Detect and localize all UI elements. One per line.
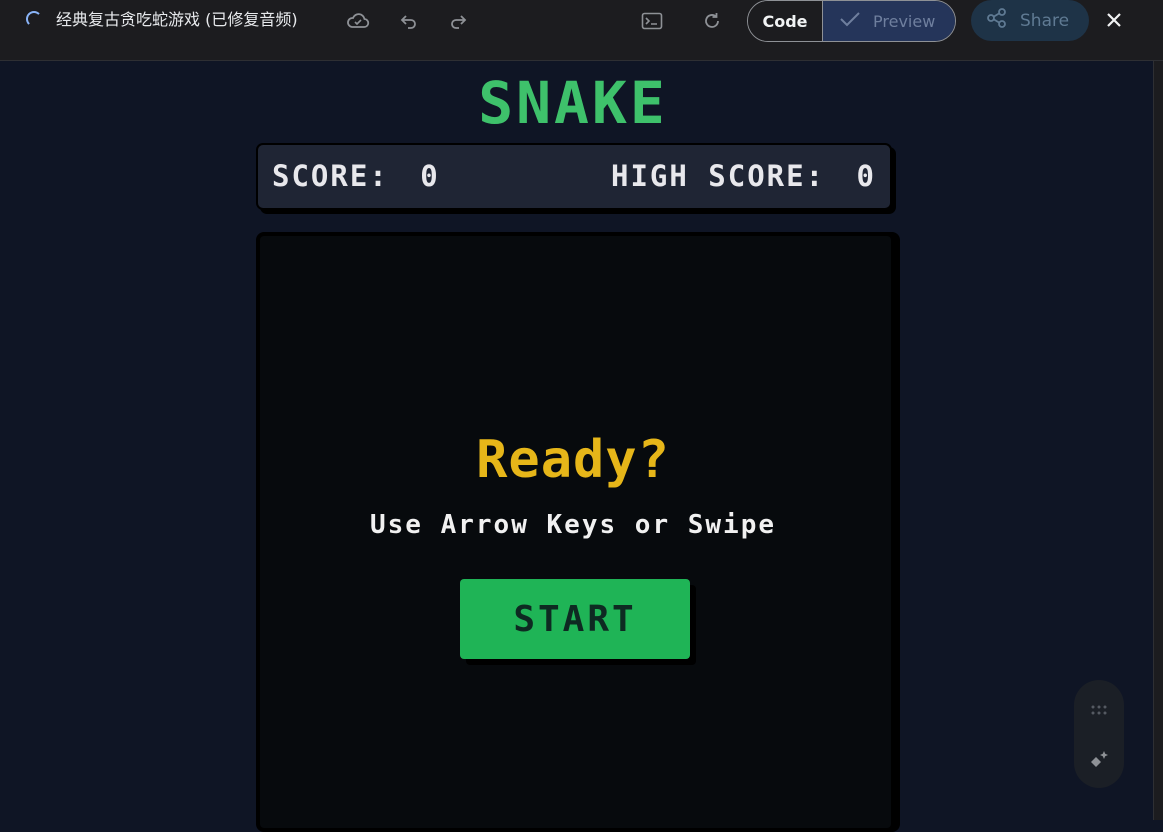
share-button[interactable]: Share xyxy=(971,0,1089,41)
view-toggle: Code Preview xyxy=(747,0,956,42)
score-display: SCORE: 0 xyxy=(272,159,440,193)
game-title: SNAKE xyxy=(478,69,668,137)
high-score-value: 0 xyxy=(856,159,876,193)
preview-label: Preview xyxy=(873,11,936,31)
high-score-display: HIGH SCORE: 0 xyxy=(611,159,876,193)
redo-icon[interactable] xyxy=(446,10,470,32)
check-icon xyxy=(839,11,861,31)
high-score-label: HIGH SCORE: xyxy=(611,159,826,193)
start-button[interactable]: START xyxy=(460,579,690,659)
share-label: Share xyxy=(1020,10,1070,31)
code-tab[interactable]: Code xyxy=(748,1,823,41)
floating-toolbar xyxy=(1074,680,1124,788)
score-bar: SCORE: 0 HIGH SCORE: 0 xyxy=(256,143,892,210)
document-title: 经典复古贪吃蛇游戏 (已修复音频) xyxy=(56,10,298,29)
loading-spinner-icon xyxy=(26,11,42,27)
controls-hint: Use Arrow Keys or Swipe xyxy=(369,510,777,540)
drag-handle-icon[interactable] xyxy=(1087,698,1111,722)
score-value: 0 xyxy=(420,159,440,193)
cloud-icon[interactable] xyxy=(346,10,370,32)
close-icon[interactable] xyxy=(1102,8,1126,32)
score-label: SCORE: xyxy=(272,159,389,193)
undo-icon[interactable] xyxy=(397,10,421,32)
preview-tab[interactable]: Preview xyxy=(823,1,955,41)
window-edge xyxy=(1153,61,1163,820)
console-icon[interactable] xyxy=(640,10,664,32)
refresh-icon[interactable] xyxy=(700,10,724,32)
sparkle-icon[interactable] xyxy=(1087,748,1111,772)
share-icon xyxy=(986,7,1008,34)
ready-heading: Ready? xyxy=(476,430,670,490)
top-bar: 经典复古贪吃蛇游戏 (已修复音频) Code Preview Share xyxy=(0,0,1163,61)
